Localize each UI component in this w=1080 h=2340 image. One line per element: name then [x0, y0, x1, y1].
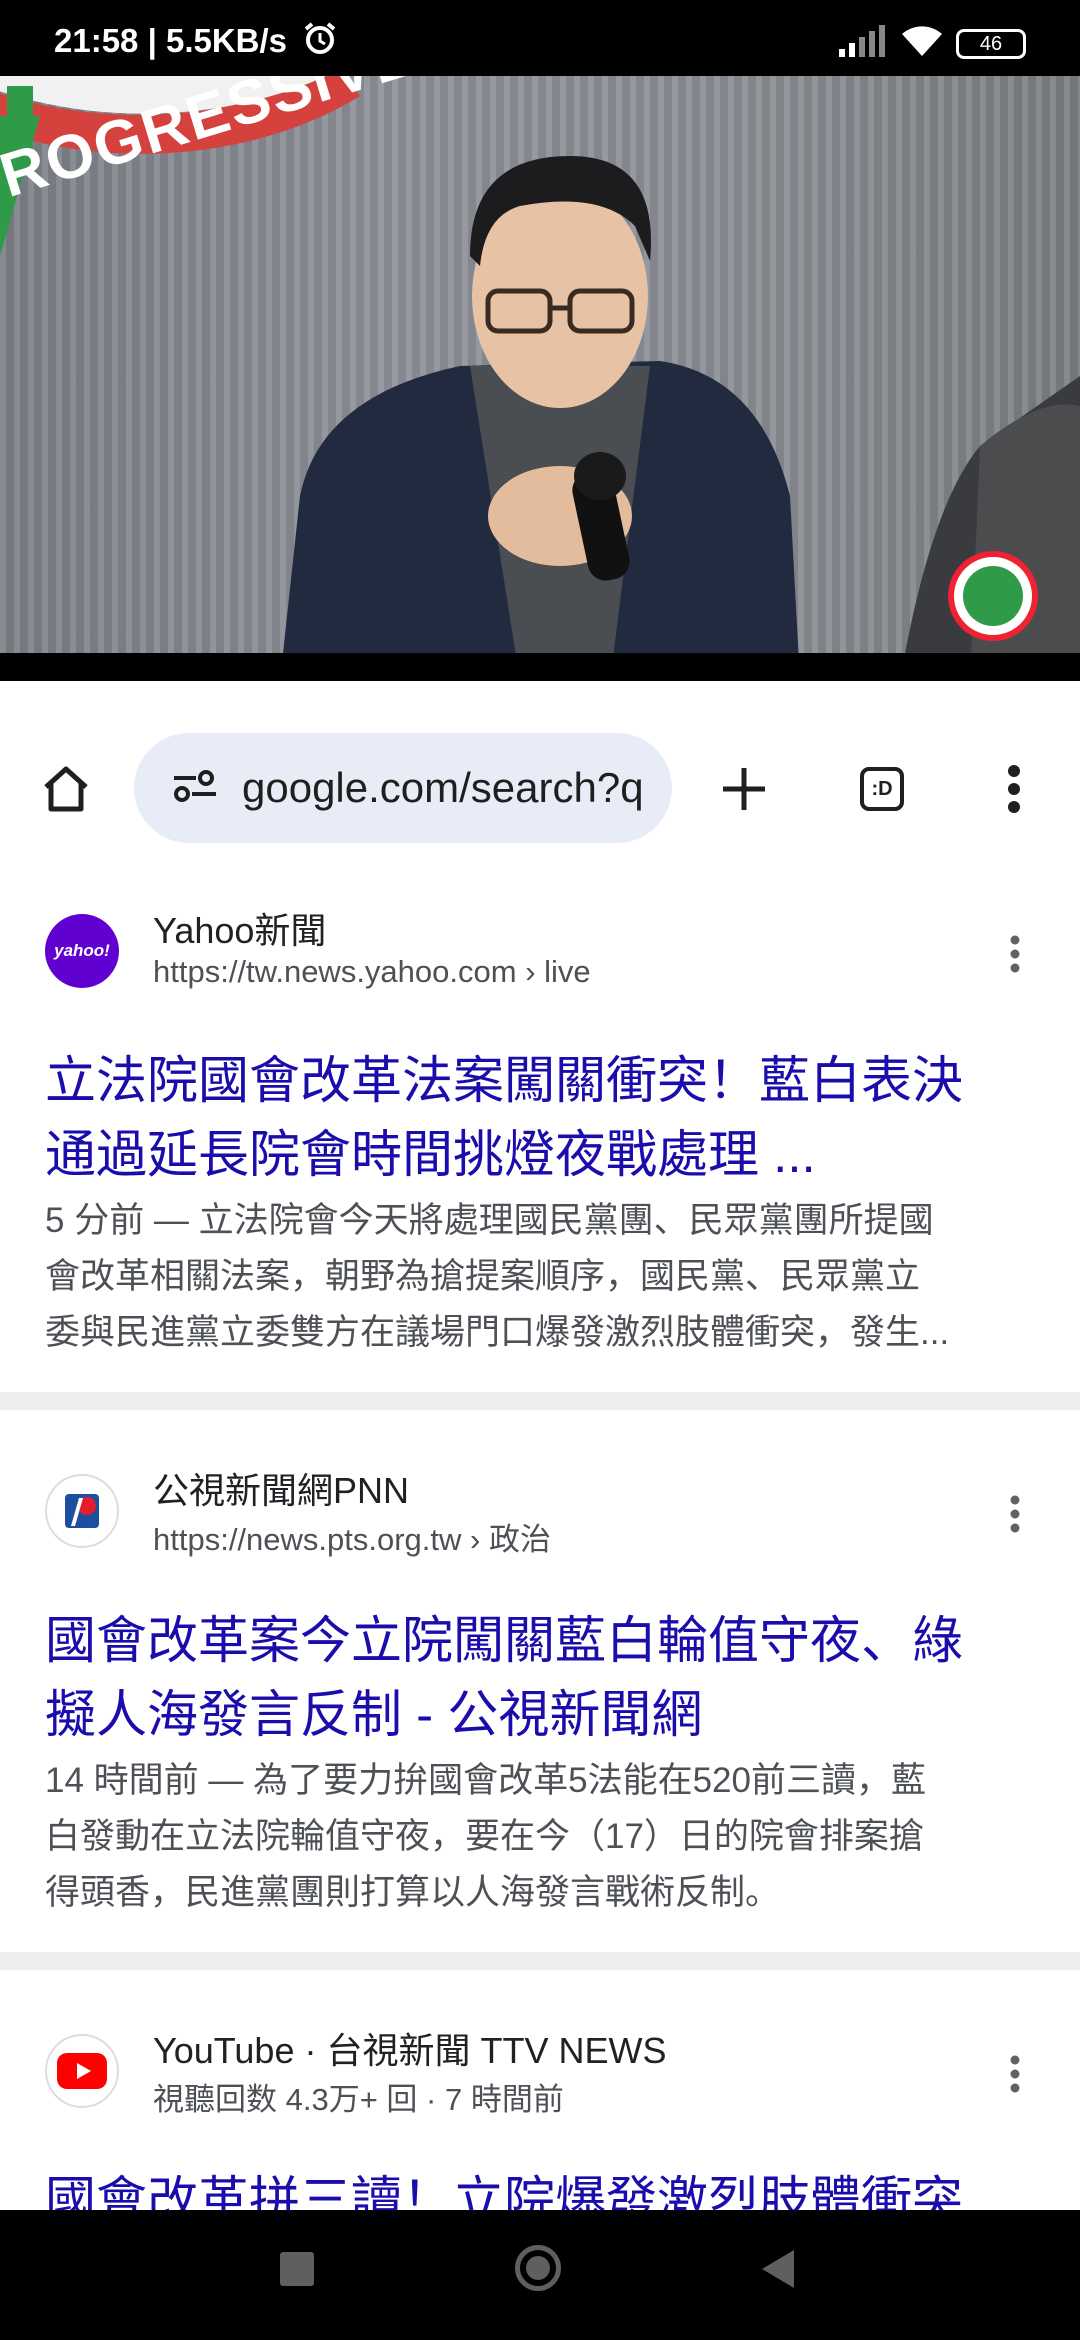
result-more-button[interactable]	[995, 2050, 1035, 2100]
result-title[interactable]: 立法院國會改革法案闖關衝突！藍白表決 通過延長院會時間挑燈夜戰處理 ...	[45, 1044, 1045, 1192]
yahoo-favicon-icon: yahoo!	[45, 914, 119, 988]
battery-icon: 46	[956, 28, 1026, 59]
snippet-line: 委與民進黨立委雙方在議場門口爆發激烈肢體衝突，發生...	[45, 1313, 950, 1352]
more-vert-icon	[1010, 2055, 1020, 2093]
site-url: https://tw.news.yahoo.com › live	[153, 954, 591, 990]
result-snippet: 14 時間前 — 為了要力拚國會改革5法能在520前三讀，藍 白發動在立法院輪值…	[45, 1753, 1040, 1921]
wifi-icon	[900, 24, 944, 63]
site-url-host: https://news.pts.org.tw	[153, 1522, 462, 1557]
site-settings-icon[interactable]	[172, 769, 218, 808]
browser-toolbar: google.com/search?q :D	[0, 710, 1080, 875]
more-vert-icon	[1008, 765, 1020, 813]
result-divider	[0, 1392, 1080, 1410]
video-scene	[0, 76, 1080, 681]
pip-drag-handle[interactable]	[517, 692, 563, 698]
result-title-line: 立法院國會改革法案闖關衝突！藍白表決	[45, 1052, 964, 1109]
status-right: 46	[837, 24, 1026, 59]
status-time-speed: 21:58 | 5.5KB/s	[54, 22, 288, 59]
video-meta: 視聽回数 4.3万+ 回 · 7 時間前	[153, 2082, 564, 2117]
address-bar[interactable]: google.com/search?q	[134, 733, 672, 843]
site-name: YouTube · 台視新聞 TTV NEWS	[153, 2030, 667, 2071]
home-icon	[44, 766, 88, 812]
home-button[interactable]	[30, 753, 102, 825]
snippet-line: 得頭香，民進黨團則打算以人海發言戰術反制。	[45, 1873, 781, 1912]
result-more-button[interactable]	[995, 1490, 1035, 1540]
result-more-button[interactable]	[995, 930, 1035, 980]
site-url: https://news.pts.org.tw › 政治	[153, 1514, 551, 1559]
alarm-icon	[302, 20, 338, 64]
browser-content: google.com/search?q :D yahoo! Yahoo新聞 ht…	[0, 710, 1080, 2210]
result-snippet: 5 分前 — 立法院會今天將處理國民黨團、民眾黨團所提國 會改革相關法案，朝野為…	[45, 1193, 1040, 1361]
favicon-label: yahoo!	[54, 941, 110, 960]
back-button[interactable]	[762, 2250, 794, 2288]
result-source: YouTube · 台視新聞 TTV NEWS 視聽回数 4.3万+ 回 · 7…	[45, 2022, 1035, 2122]
home-nav-button[interactable]	[515, 2245, 561, 2291]
snippet-line: 14 時間前 — 為了要力拚國會改革5法能在520前三讀，藍	[45, 1761, 926, 1800]
tab-switcher-icon: :D	[860, 767, 904, 811]
status-left: 21:58 | 5.5KB/s	[54, 20, 338, 64]
result-title[interactable]: 國會改革拼三讀！立院爆發激烈肢體衝突	[45, 2164, 1045, 2210]
result-title-line: 國會改革拼三讀！立院爆發激烈肢體衝突	[45, 2172, 964, 2210]
menu-button[interactable]	[978, 753, 1050, 825]
url-text[interactable]: google.com/search?q	[242, 764, 672, 812]
more-vert-icon	[1010, 1495, 1020, 1533]
signal-icon	[837, 25, 887, 62]
result-title[interactable]: 國會改革案今立院闖關藍白輪值守夜、綠 擬人海發言反制 - 公視新聞網	[45, 1604, 1045, 1752]
search-result[interactable]: yahoo! Yahoo新聞 https://tw.news.yahoo.com…	[0, 902, 1080, 1392]
pts-favicon-icon	[45, 1474, 119, 1548]
site-name: Yahoo新聞	[153, 910, 327, 951]
search-result[interactable]: YouTube · 台視新聞 TTV NEWS 視聽回数 4.3万+ 回 · 7…	[0, 2022, 1080, 2210]
site-url-host: https://tw.news.yahoo.com	[153, 954, 517, 989]
tab-switcher-button[interactable]: :D	[846, 753, 918, 825]
site-url-path: › 政治	[461, 1522, 551, 1557]
battery-level: 46	[979, 32, 1003, 55]
youtube-favicon-icon	[45, 2034, 119, 2108]
result-title-line: 通過延長院會時間挑燈夜戰處理 ...	[45, 1126, 816, 1183]
tab-count: :D	[871, 777, 893, 800]
result-divider	[0, 1952, 1080, 1970]
result-title-line: 擬人海發言反制 - 公視新聞網	[45, 1686, 703, 1743]
site-name: 公視新聞網PNN	[153, 1470, 410, 1511]
result-source: yahoo! Yahoo新聞 https://tw.news.yahoo.com…	[45, 902, 1035, 1002]
snippet-line: 會改革相關法案，朝野為搶提案順序，國民黨、民眾黨立	[45, 1257, 921, 1296]
status-bar: 21:58 | 5.5KB/s 46	[0, 0, 1080, 76]
more-vert-icon	[1010, 935, 1020, 973]
result-title-line: 國會改革案今立院闖關藍白輪值守夜、綠	[45, 1612, 964, 1669]
video-player[interactable]: ROGRESSIVE	[0, 76, 1080, 681]
recents-button[interactable]	[280, 2252, 314, 2286]
search-result[interactable]: 公視新聞網PNN https://news.pts.org.tw › 政治 國會…	[0, 1462, 1080, 1952]
result-source: 公視新聞網PNN https://news.pts.org.tw › 政治	[45, 1462, 1035, 1562]
video-bottom-bar	[0, 653, 1080, 681]
system-nav-bar	[0, 2210, 1080, 2340]
home-nav-icon	[526, 2256, 550, 2280]
site-url-path: › live	[516, 954, 591, 989]
plus-icon	[723, 768, 765, 810]
new-tab-button[interactable]	[708, 753, 780, 825]
snippet-line: 5 分前 — 立法院會今天將處理國民黨團、民眾黨團所提國	[45, 1201, 934, 1240]
snippet-line: 白發動在立法院輪值守夜，要在今（17）日的院會排案搶	[45, 1817, 924, 1856]
